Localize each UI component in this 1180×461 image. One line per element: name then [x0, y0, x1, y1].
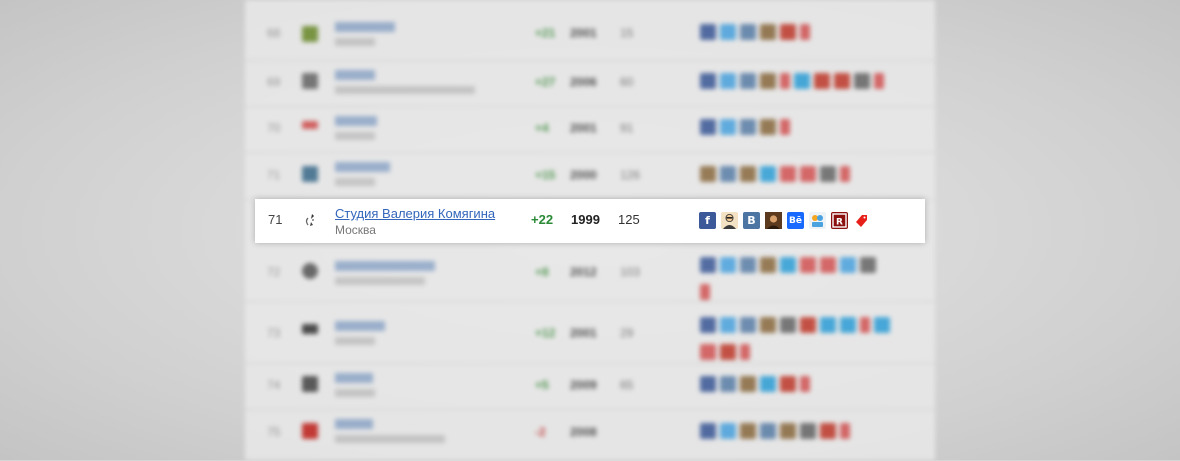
facebook-icon[interactable]: f — [699, 212, 716, 229]
red-tag-icon[interactable] — [853, 212, 870, 229]
avatar-person-icon[interactable] — [721, 212, 738, 229]
vk-icon[interactable]: B — [743, 212, 760, 229]
moikrug-icon[interactable] — [809, 212, 826, 229]
studio-city: Москва — [335, 223, 376, 237]
table-row: 69 +27 2006 60 — [245, 60, 935, 107]
table-row: 68 +21 2001 15 — [245, 0, 935, 61]
table-row: 72 +8 2012 103 — [245, 243, 935, 302]
staff-count: 125 — [618, 212, 640, 227]
rank-number: 71 — [268, 212, 283, 227]
table-row: 71 +15 2000 126 — [245, 152, 935, 200]
rating-runet-icon[interactable]: R — [831, 212, 848, 229]
table-row: 75 -2 2008 — [245, 409, 935, 461]
studio-logo-icon — [305, 214, 314, 226]
table-row: 73 +12 2001 29 — [245, 301, 935, 364]
highlighted-table-row: 71 Студия Валерия Комягина Москва +22 19… — [255, 199, 925, 243]
rank-change: +22 — [531, 212, 554, 227]
social-icons: f B Bē R — [699, 212, 870, 230]
founded-year: 1999 — [571, 212, 600, 227]
studio-name-link[interactable]: Студия Валерия Комягина — [335, 206, 495, 221]
table-row: 74 +5 2009 65 — [245, 363, 935, 410]
avatar-photo-icon[interactable] — [765, 212, 782, 229]
table-row: 70 +4 2001 91 — [245, 106, 935, 153]
behance-icon[interactable]: Bē — [787, 212, 804, 229]
svg-text:R: R — [836, 218, 843, 228]
